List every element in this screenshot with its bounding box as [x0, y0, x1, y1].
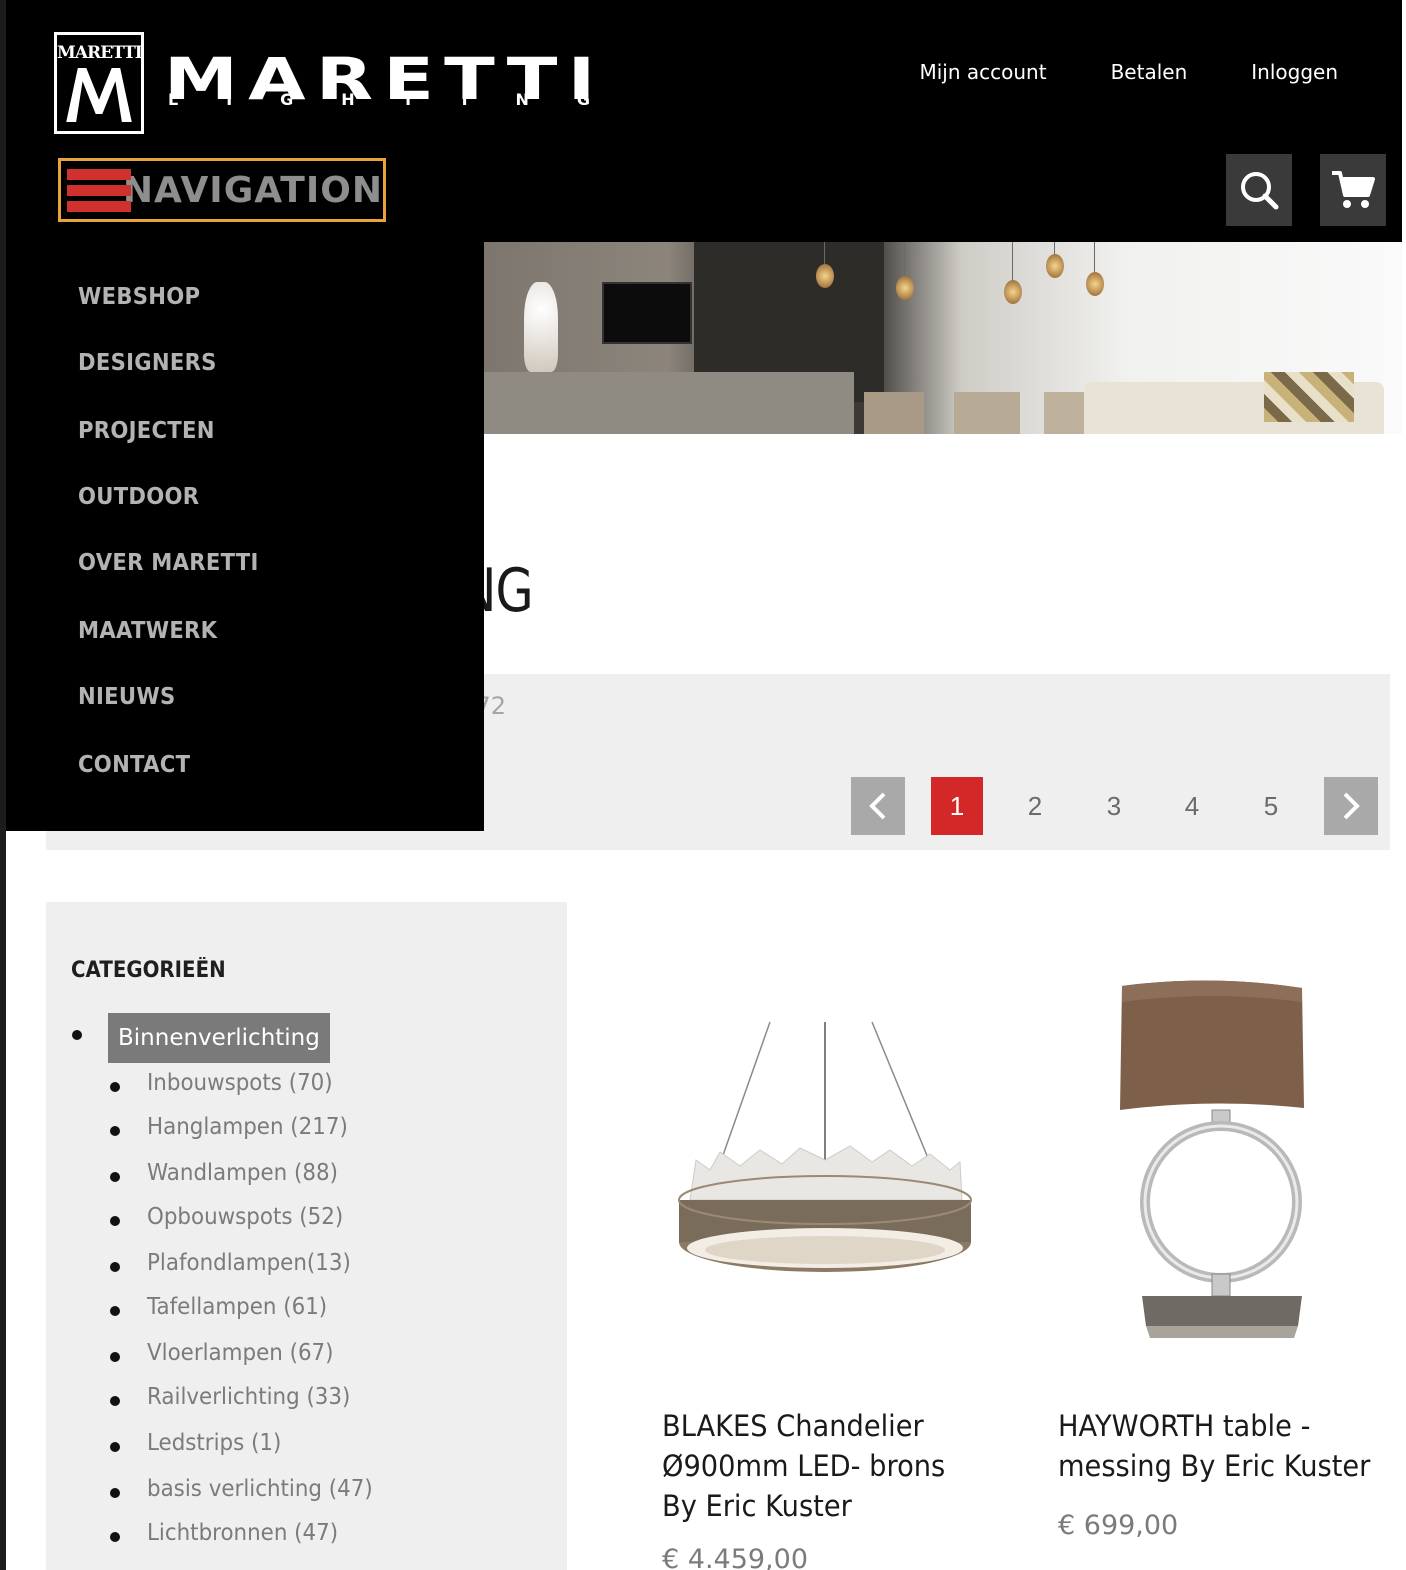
logo-subtitle: LIGHTING [168, 90, 639, 109]
list-bullet [110, 1442, 120, 1452]
hero-pendant-lamp [816, 264, 834, 288]
checkout-link[interactable]: Betalen [1111, 60, 1188, 84]
nav-item-nieuws[interactable]: NIEUWS [78, 684, 175, 710]
site-logo[interactable]: MARETTI MARETTI LIGHTING [54, 32, 614, 140]
pagination-prev-button[interactable] [851, 777, 905, 835]
subcategory-item: Plafondlampen(13) [110, 1246, 530, 1286]
subcategory-item: Wandlampen (88) [110, 1156, 530, 1196]
login-link[interactable]: Inloggen [1251, 60, 1338, 84]
list-bullet [110, 1488, 120, 1498]
product-price: € 699,00 [1058, 1510, 1179, 1541]
product-price: € 4.459,00 [662, 1544, 808, 1570]
subcategory-item: Tafellampen (61) [110, 1290, 530, 1330]
subcategory-link[interactable]: Hanglampen (217) [147, 1114, 348, 1140]
hero-tv [602, 282, 692, 344]
search-icon [1241, 172, 1279, 210]
cart-icon [1332, 171, 1375, 208]
list-bullet [110, 1126, 120, 1136]
hero-pendant-lamp [1046, 254, 1064, 278]
list-bullet [110, 1262, 120, 1272]
subcategory-item: Inbouwspots (70) [110, 1066, 530, 1106]
site-header: MARETTI MARETTI LIGHTING Mijn account Be… [6, 0, 1402, 242]
pagination-page-2[interactable]: 2 [1009, 777, 1061, 835]
categories-heading: CATEGORIEËN [71, 958, 226, 983]
subcategory-item: Vloerlampen (67) [110, 1336, 530, 1376]
list-bullet [72, 1030, 82, 1040]
logo-emblem-text: MARETTI [57, 43, 143, 63]
category-binnenverlichting[interactable]: Binnenverlichting [108, 1013, 330, 1063]
subcategory-link[interactable]: Vloerlampen (67) [147, 1340, 334, 1366]
subcategory-link[interactable]: Inbouwspots (70) [147, 1070, 333, 1096]
subcategory-link[interactable]: Ledstrips (1) [147, 1430, 281, 1456]
list-bullet [110, 1352, 120, 1362]
hero-cabinet [484, 372, 854, 434]
chevron-right-icon [1343, 792, 1360, 820]
categories-sidebar: CATEGORIEËN Binnenverlichting Inbouwspot… [46, 902, 567, 1570]
list-bullet [110, 1082, 120, 1092]
list-bullet [110, 1532, 120, 1542]
navigation-toggle-label: NAVIGATION [122, 169, 383, 211]
subcategory-item: basis verlichting (47) [110, 1472, 530, 1512]
account-links: Mijn account Betalen Inloggen [919, 60, 1338, 84]
subcategory-item: Ledstrips (1) [110, 1426, 530, 1466]
hero-pendant-lamp [1004, 280, 1022, 304]
subcategory-item: Lichtbronnen (47) [110, 1516, 530, 1556]
subcategory-link[interactable]: Tafellampen (61) [147, 1294, 327, 1320]
navigation-toggle-button[interactable]: NAVIGATION [58, 158, 386, 222]
pagination-page-5[interactable]: 5 [1245, 777, 1297, 835]
subcategory-item: Railverlichting (33) [110, 1380, 530, 1420]
hero-pendant-lamp [896, 276, 914, 300]
nav-item-designers[interactable]: DESIGNERS [78, 350, 217, 376]
nav-item-contact[interactable]: CONTACT [78, 752, 190, 778]
search-button[interactable] [1226, 154, 1292, 226]
hamburger-icon [67, 167, 131, 213]
navigation-menu: WEBSHOP DESIGNERS PROJECTEN OUTDOOR OVER… [6, 242, 484, 831]
hero-pendant-lamp [1086, 272, 1104, 296]
list-bullet [110, 1396, 120, 1406]
nav-item-projecten[interactable]: PROJECTEN [78, 418, 215, 444]
subcategory-link[interactable]: Opbouwspots (52) [147, 1204, 343, 1230]
logo-m-icon [63, 66, 135, 124]
nav-item-over-maretti[interactable]: OVER MARETTI [78, 550, 259, 576]
pagination-page-3[interactable]: 3 [1088, 777, 1140, 835]
pagination-page-1[interactable]: 1 [931, 777, 983, 835]
nav-item-webshop[interactable]: WEBSHOP [78, 284, 200, 310]
hero-banner-image [484, 242, 1402, 434]
product-title[interactable]: HAYWORTH table - messing By Eric Kuster [1058, 1406, 1378, 1486]
product-image-table-lamp[interactable] [1046, 930, 1396, 1380]
hero-pillow [1264, 372, 1354, 422]
subcategory-link[interactable]: Lichtbronnen (47) [147, 1520, 338, 1546]
my-account-link[interactable]: Mijn account [919, 60, 1046, 84]
subcategory-item: Opbouwspots (52) [110, 1200, 530, 1240]
subcategory-link[interactable]: Plafondlampen(13) [147, 1250, 351, 1276]
subcategory-item: Hanglampen (217) [110, 1110, 530, 1150]
nav-item-outdoor[interactable]: OUTDOOR [78, 484, 199, 510]
chevron-left-icon [869, 792, 886, 820]
logo-emblem: MARETTI [54, 32, 144, 134]
subcategory-link[interactable]: Railverlichting (33) [147, 1384, 350, 1410]
list-bullet [110, 1172, 120, 1182]
cart-button[interactable] [1320, 154, 1386, 226]
pagination-next-button[interactable] [1324, 777, 1378, 835]
subcategory-link[interactable]: basis verlichting (47) [147, 1476, 373, 1502]
product-image-chandelier[interactable] [650, 930, 1000, 1380]
product-title[interactable]: BLAKES Chandelier Ø900mm LED- brons By E… [662, 1406, 982, 1526]
list-bullet [110, 1306, 120, 1316]
subcategory-link[interactable]: Wandlampen (88) [147, 1160, 338, 1186]
nav-item-maatwerk[interactable]: MAATWERK [78, 618, 217, 644]
pagination-page-4[interactable]: 4 [1166, 777, 1218, 835]
list-bullet [110, 1216, 120, 1226]
hero-vase [524, 282, 558, 372]
